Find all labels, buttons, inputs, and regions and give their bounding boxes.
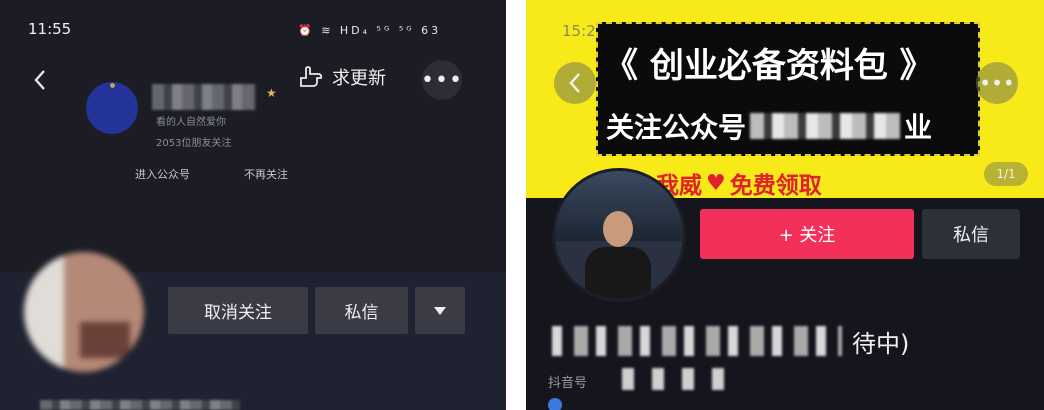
more-icon: •••: [421, 67, 463, 93]
douyin-id-label: 抖音号: [548, 376, 588, 391]
profile-name-tail: 待中): [852, 330, 910, 358]
caret-down-icon: [434, 306, 446, 315]
official-account-avatar[interactable]: [86, 82, 138, 134]
promo-line-2-prefix: 关注公众号: [606, 111, 747, 144]
unfollow-account-link[interactable]: 不再关注: [244, 166, 288, 182]
unfollow-button[interactable]: 取消关注: [168, 287, 308, 334]
page-counter: 1/1: [984, 162, 1028, 186]
dropdown-button[interactable]: [415, 287, 465, 334]
left-screenshot: 11:55 ⏰ ≋ HD₄ ⁵ᴳ ⁵ᴳ 63 求更新 ••• ★ 看的人自然爱你…: [0, 0, 506, 410]
status-time: 11:55: [28, 20, 72, 38]
douyin-id-blurred: [622, 368, 742, 390]
hand-point-icon: [300, 66, 323, 87]
verified-icon: [548, 398, 562, 410]
avatar-dot: [110, 83, 115, 88]
follow-button[interactable]: + 关注: [700, 209, 914, 259]
promo-textbox: 《 创业必备资料包 》 关注公众号 业: [596, 22, 980, 156]
more-icon: •••: [979, 71, 1015, 95]
promo-line-1: 《 创业必备资料包 》: [604, 46, 934, 86]
message-button[interactable]: 私信: [315, 287, 408, 334]
chevron-left-icon: [569, 73, 580, 93]
right-screenshot: 15:23 ⏰ ≋ HD₄ ⁵ᴳ 63 《 创业必备资料包 》 关注公众号 业 …: [526, 0, 1044, 410]
promo-line-2-suffix: 业: [904, 111, 933, 144]
back-button[interactable]: [20, 60, 60, 100]
profile-avatar[interactable]: [552, 168, 686, 302]
more-button[interactable]: •••: [421, 60, 463, 100]
star-icon: ★: [266, 86, 277, 100]
request-update-label: 求更新: [332, 68, 386, 89]
enter-account-link[interactable]: 进入公众号: [135, 166, 190, 182]
message-button[interactable]: 私信: [922, 209, 1020, 259]
account-followers: 2053位朋友关注: [156, 138, 232, 149]
back-button[interactable]: [554, 62, 596, 104]
status-icons: ⏰ ≋ HD₄ ⁵ᴳ ⁵ᴳ 63: [298, 24, 442, 37]
profile-name-blurred: [40, 400, 240, 410]
chevron-left-icon: [34, 70, 45, 90]
promo-line-3-b: 免费领取: [729, 173, 822, 199]
account-description: 看的人自然爱你: [156, 117, 226, 128]
more-button[interactable]: •••: [976, 62, 1018, 104]
promo-line-2: 关注公众号 业: [606, 106, 932, 146]
profile-name-blurred: [552, 326, 842, 356]
profile-avatar-blurred[interactable]: [24, 252, 144, 372]
heart-icon: ♥: [706, 170, 726, 196]
request-update-button[interactable]: 求更新: [298, 64, 386, 90]
account-name-blurred: [152, 84, 256, 110]
promo-account-blurred: [750, 113, 901, 139]
